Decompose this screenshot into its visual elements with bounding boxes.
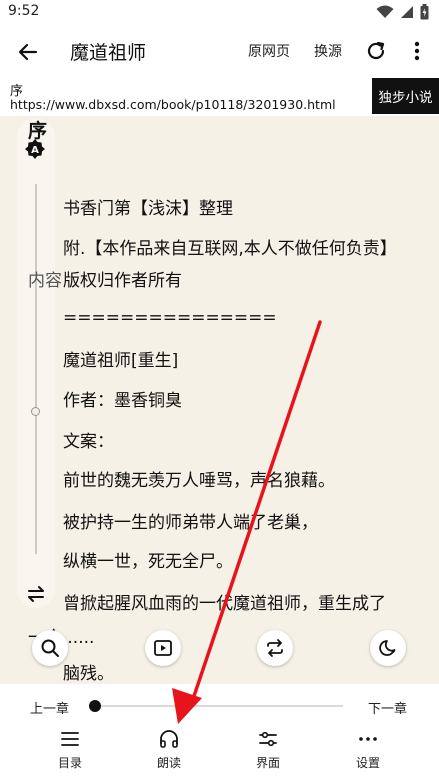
auto-page-button[interactable] — [145, 630, 181, 666]
nav-catalog[interactable]: 目录 — [40, 728, 100, 774]
reader-control-panel: 上一章 下一章 目录 朗读 界面 设置 — [0, 684, 439, 780]
swap-side-button[interactable] — [25, 583, 47, 605]
battery-icon — [420, 4, 429, 20]
night-mode-icon — [379, 640, 396, 656]
replace-button[interactable] — [257, 630, 293, 666]
arrow-left-icon — [18, 43, 38, 61]
wifi-icon — [376, 5, 394, 18]
status-icons — [376, 4, 429, 20]
paragraph: 前世的魏无羡万人唾骂，声名狼藉。 — [63, 471, 335, 491]
svg-text:A: A — [31, 145, 39, 156]
paragraph: 书香门第【浅沫】整理 — [63, 199, 233, 219]
more-options-button[interactable] — [408, 39, 426, 63]
cellular-icon — [401, 6, 413, 18]
app-bar: 魔道祖师 原网页 换源 — [0, 24, 439, 78]
nav-settings[interactable]: 设置 — [338, 728, 398, 774]
brightness-slider-thumb[interactable] — [31, 407, 40, 416]
content-side-label: 内容 — [28, 271, 62, 291]
nav-settings-label: 设置 — [355, 756, 380, 770]
paragraph: =============== — [63, 308, 277, 328]
book-title: 魔道祖师 — [70, 42, 147, 64]
refresh-icon — [367, 41, 385, 60]
chapter-progress-thumb[interactable] — [89, 700, 101, 712]
paragraph: 版权归作者所有 — [63, 271, 182, 291]
search-button[interactable] — [32, 630, 68, 666]
paragraph: 脑残。 — [63, 664, 114, 684]
repeat-icon — [267, 639, 283, 657]
headphones-icon — [160, 730, 178, 748]
paragraph: 魔道祖师[重生] — [63, 351, 179, 371]
source-name-badge[interactable]: 独步小说 — [372, 78, 439, 114]
play-icon — [154, 640, 172, 656]
chapter-url[interactable]: https://www.dbxsd.com/book/p10118/320193… — [10, 97, 336, 112]
status-bar: 9:52 — [0, 0, 439, 24]
back-button[interactable] — [14, 38, 42, 66]
chapter-info-bar: 序 https://www.dbxsd.com/book/p10118/3201… — [0, 78, 439, 116]
next-chapter-button[interactable]: 下一章 — [368, 698, 407, 717]
night-mode-button[interactable] — [370, 630, 406, 666]
nav-interface[interactable]: 界面 — [238, 728, 298, 774]
chapter-progress-slider[interactable] — [95, 705, 343, 707]
paragraph: 文案： — [63, 432, 114, 452]
nav-catalog-label: 目录 — [57, 756, 82, 770]
swap-horizontal-icon — [28, 586, 44, 602]
sliders-icon — [259, 731, 277, 747]
nav-read-aloud[interactable]: 朗读 — [139, 728, 199, 774]
reading-content[interactable]: 序 A 内容 书香门第【浅沫】整理 附.【本作品来自互联网,本人不做任何负责】 版权… — [0, 116, 439, 684]
paragraph: 被护持一生的师弟带人端了老巢， — [63, 513, 318, 533]
list-icon — [61, 732, 79, 746]
more-vertical-icon — [414, 41, 420, 61]
nav-interface-label: 界面 — [255, 756, 280, 770]
refresh-button[interactable] — [364, 39, 388, 63]
brightness-slider-track[interactable] — [35, 184, 37, 554]
nav-read-aloud-label: 朗读 — [156, 756, 181, 770]
search-icon — [41, 639, 59, 657]
change-source-button[interactable]: 换源 — [314, 41, 342, 61]
prev-chapter-button[interactable]: 上一章 — [30, 698, 69, 717]
paragraph: 纵横一世，死无全尸。 — [63, 552, 233, 572]
status-time: 9:52 — [8, 3, 40, 19]
auto-brightness-icon[interactable]: A — [25, 139, 45, 159]
paragraph: 曾掀起腥风血雨的一代魔道祖师，重生成了 — [63, 594, 386, 614]
more-horizontal-icon — [359, 737, 377, 741]
paragraph: 附.【本作品来自互联网,本人不做任何负责】 — [63, 239, 397, 259]
paragraph: 作者：墨香铜臭 — [63, 391, 182, 411]
original-page-button[interactable]: 原网页 — [248, 41, 290, 61]
